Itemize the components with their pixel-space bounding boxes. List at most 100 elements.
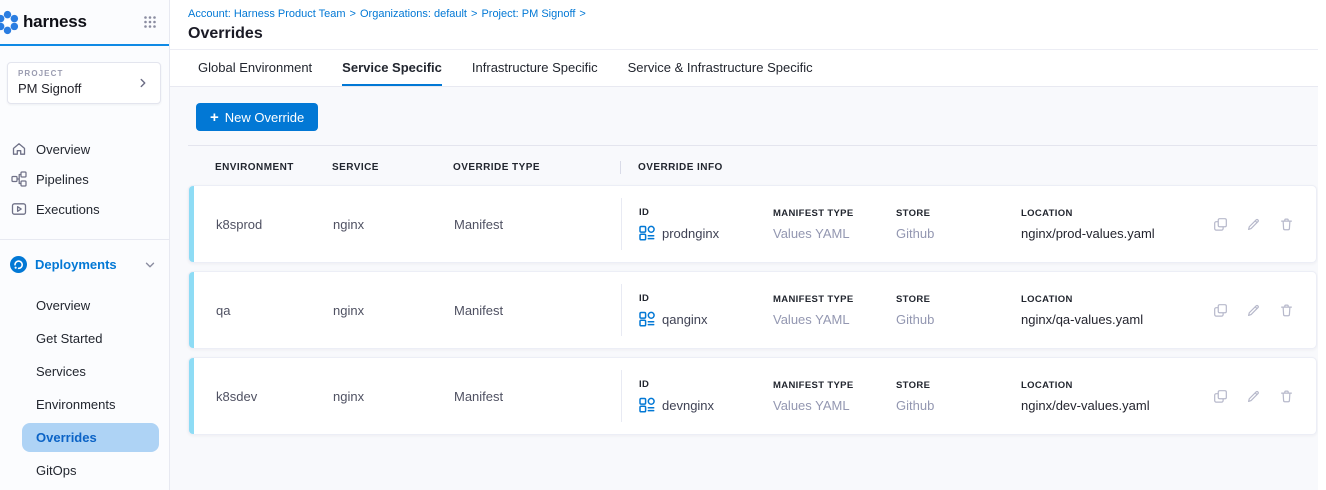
delete-button[interactable] <box>1279 389 1294 404</box>
column-header-environment: ENVIRONMENT <box>215 162 332 173</box>
brand-header[interactable]: harness <box>0 0 169 46</box>
store-value: Github <box>896 312 1021 327</box>
row-divider <box>621 198 622 250</box>
project-label: PROJECT <box>18 69 136 78</box>
sidebar-item-label: Executions <box>36 202 100 217</box>
copy-icon <box>1213 303 1228 318</box>
subnav-item-gitops[interactable]: GitOps <box>22 456 159 485</box>
service-cell: nginx <box>333 389 454 404</box>
row-accent-bar <box>189 272 194 348</box>
subnav-item-environments[interactable]: Environments <box>22 390 159 419</box>
manifest-type-block: MANIFEST TYPE Values YAML <box>773 294 896 327</box>
toolbar-divider <box>188 145 1317 146</box>
location-label: LOCATION <box>1021 294 1205 305</box>
sidebar-item-executions[interactable]: Executions <box>0 194 169 224</box>
store-label: STORE <box>896 380 1021 391</box>
row-actions <box>1213 217 1294 232</box>
environment-cell: qa <box>216 303 333 318</box>
page-header: Account: Harness Product Team > Organizati… <box>170 0 1326 50</box>
manifest-type-block: MANIFEST TYPE Values YAML <box>773 380 896 413</box>
manifest-type-value: Values YAML <box>773 398 896 413</box>
subnav-item-services[interactable]: Services <box>22 357 159 386</box>
sidebar-item-overview[interactable]: Overview <box>0 134 169 164</box>
delete-button[interactable] <box>1279 303 1294 318</box>
id-value: prodnginx <box>662 226 719 241</box>
sidebar-nav: Overview Pipelines Executions <box>0 134 169 224</box>
location-value: nginx/prod-values.yaml <box>1021 226 1205 241</box>
new-override-button[interactable]: + New Override <box>196 103 318 131</box>
module-picker-button[interactable] <box>143 15 157 29</box>
location-block: LOCATION nginx/qa-values.yaml <box>1021 294 1205 327</box>
environment-cell: k8sprod <box>216 217 333 232</box>
tab-infrastructure-specific[interactable]: Infrastructure Specific <box>472 50 598 86</box>
breadcrumb-separator: > <box>471 8 477 20</box>
clone-button[interactable] <box>1213 217 1228 232</box>
tab-service-specific[interactable]: Service Specific <box>342 50 442 86</box>
edit-button[interactable] <box>1246 389 1261 404</box>
manifest-id-icon <box>639 311 655 327</box>
clone-button[interactable] <box>1213 389 1228 404</box>
chevron-right-icon <box>136 76 150 90</box>
override-type-cell: Manifest <box>454 389 621 404</box>
harness-logo-icon <box>0 9 21 36</box>
plus-icon: + <box>210 110 219 125</box>
breadcrumb-project[interactable]: Project: PM Signoff <box>481 8 575 20</box>
project-selector[interactable]: PROJECT PM Signoff <box>7 62 161 104</box>
row-divider <box>621 284 622 336</box>
breadcrumb-organization[interactable]: Organizations: default <box>360 8 467 20</box>
subnav-item-overrides[interactable]: Overrides <box>22 423 159 452</box>
row-accent-bar <box>189 358 194 434</box>
executions-icon <box>11 201 27 217</box>
sidebar-section-label: Deployments <box>35 257 117 272</box>
manifest-id-icon <box>639 225 655 241</box>
trash-icon <box>1279 303 1294 318</box>
id-label: ID <box>639 207 773 218</box>
edit-button[interactable] <box>1246 217 1261 232</box>
clone-button[interactable] <box>1213 303 1228 318</box>
location-value: nginx/dev-values.yaml <box>1021 398 1205 413</box>
edit-button[interactable] <box>1246 303 1261 318</box>
service-cell: nginx <box>333 303 454 318</box>
sidebar-section-deployments[interactable]: Deployments <box>0 250 169 279</box>
row-accent-bar <box>189 186 194 262</box>
pencil-icon <box>1246 217 1261 232</box>
project-meta: PROJECT PM Signoff <box>18 69 136 96</box>
pencil-icon <box>1246 303 1261 318</box>
store-value: Github <box>896 226 1021 241</box>
grid-icon <box>143 15 157 29</box>
sidebar: harness PROJECT PM Signoff <box>0 0 170 490</box>
deployments-subnav: Overview Get Started Services Environmen… <box>0 291 169 485</box>
tab-global-environment[interactable]: Global Environment <box>198 50 312 86</box>
project-name: PM Signoff <box>18 81 136 96</box>
manifest-type-value: Values YAML <box>773 312 896 327</box>
tab-service-infrastructure-specific[interactable]: Service & Infrastructure Specific <box>628 50 813 86</box>
id-label: ID <box>639 293 773 304</box>
sidebar-item-pipelines[interactable]: Pipelines <box>0 164 169 194</box>
column-header-service: SERVICE <box>332 162 453 173</box>
column-header-override-info: OVERRIDE INFO <box>638 162 723 173</box>
breadcrumb-account[interactable]: Account: Harness Product Team <box>188 8 346 20</box>
location-block: LOCATION nginx/prod-values.yaml <box>1021 208 1205 241</box>
scrollbar-track[interactable] <box>1318 0 1326 490</box>
chevron-down-icon <box>143 258 157 272</box>
override-row[interactable]: k8sdev nginx Manifest ID devnginx MANIFE… <box>188 357 1317 435</box>
store-block: STORE Github <box>896 380 1021 413</box>
store-block: STORE Github <box>896 294 1021 327</box>
sidebar-divider <box>0 239 169 240</box>
subnav-item-overview[interactable]: Overview <box>22 291 159 320</box>
trash-icon <box>1279 389 1294 404</box>
location-value: nginx/qa-values.yaml <box>1021 312 1205 327</box>
pipelines-icon <box>11 171 27 187</box>
content-area: + New Override ENVIRONMENT SERVICE OVERR… <box>170 87 1326 490</box>
manifest-type-value: Values YAML <box>773 226 896 241</box>
override-row[interactable]: k8sprod nginx Manifest ID prodnginx MANI… <box>188 185 1317 263</box>
location-block: LOCATION nginx/dev-values.yaml <box>1021 380 1205 413</box>
store-block: STORE Github <box>896 208 1021 241</box>
override-row[interactable]: qa nginx Manifest ID qanginx MANIFEST TY… <box>188 271 1317 349</box>
subnav-item-get-started[interactable]: Get Started <box>22 324 159 353</box>
id-value: qanginx <box>662 312 708 327</box>
delete-button[interactable] <box>1279 217 1294 232</box>
override-type-cell: Manifest <box>454 217 621 232</box>
id-block: ID qanginx <box>639 293 773 327</box>
id-block: ID prodnginx <box>639 207 773 241</box>
